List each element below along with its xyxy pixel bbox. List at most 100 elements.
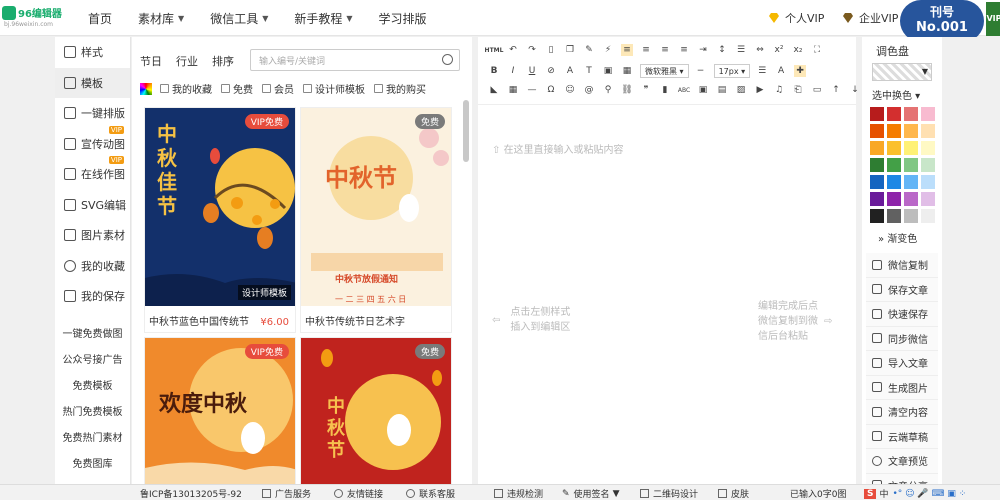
color-swatch[interactable] xyxy=(870,124,884,138)
nav-tutorials[interactable]: 新手教程 ▼ xyxy=(294,10,352,27)
horizontal-rule-icon[interactable]: — xyxy=(526,84,538,96)
move-up-icon[interactable]: ↑ xyxy=(830,84,842,96)
gradient-button[interactable]: » 渐变色 xyxy=(878,230,917,245)
checkbox[interactable] xyxy=(262,84,271,93)
nav-wechat-tools[interactable]: 微信工具 ▼ xyxy=(210,10,268,27)
color-swatch[interactable] xyxy=(887,124,901,138)
nav-home[interactable]: 首页 xyxy=(88,10,112,27)
link-icon[interactable]: ⚲ xyxy=(602,84,614,96)
friend-links-link[interactable]: 友情链接 xyxy=(334,487,383,500)
sidebar-item-promo-gif[interactable]: 宣传动图 VIP xyxy=(55,125,130,160)
sidebar-item-image-assets[interactable]: 图片素材 xyxy=(55,220,130,251)
fullscreen-icon[interactable]: ⛶ xyxy=(811,44,823,56)
preview-article-button[interactable]: 文章预览 xyxy=(866,449,938,474)
issue-number-badge[interactable]: 刊号 No.001 xyxy=(900,0,984,42)
logo[interactable]: 96编辑器 bj.96weixin.com xyxy=(2,4,72,32)
template-card[interactable]: 欢度中秋 VIP免费 xyxy=(144,337,296,485)
magic-wand-icon[interactable]: ⚡ xyxy=(602,44,614,56)
checkbox[interactable] xyxy=(160,84,169,93)
template-card[interactable]: 中秋节 免费 xyxy=(300,337,452,485)
clear-content-button[interactable]: 清空内容 xyxy=(866,400,938,425)
color-swatch[interactable] xyxy=(904,107,918,121)
color-filter-icon[interactable] xyxy=(140,82,152,95)
color-swatch[interactable] xyxy=(887,141,901,155)
checkbox-member[interactable]: 会员 xyxy=(262,81,294,96)
template-card[interactable]: 中秋佳节 VIP免费 设计师模板 中秋节蓝色中国传统节 ¥6.00 xyxy=(144,107,296,333)
pick-color-select[interactable]: 选中换色 ▾ xyxy=(872,87,920,102)
spellcheck-icon[interactable]: ABC xyxy=(678,84,690,96)
icp-link[interactable]: 鲁ICP备13013205号-92 xyxy=(140,487,242,500)
undo-icon[interactable]: ↶ xyxy=(507,44,519,56)
checkbox-my-favorites[interactable]: 我的收藏 xyxy=(160,81,212,96)
sidebar-link[interactable]: 免费图库 xyxy=(55,450,130,476)
sidebar-item-one-click-layout[interactable]: 一键排版 xyxy=(55,98,130,129)
clip-icon[interactable]: ⎗ xyxy=(792,84,804,96)
music-icon[interactable]: ♫ xyxy=(773,84,785,96)
qrcode-design-button[interactable]: 二维码设计 xyxy=(640,487,698,500)
align-left-icon[interactable]: ≡ xyxy=(621,44,633,56)
line-height-icon[interactable]: ↕ xyxy=(716,44,728,56)
color-swatch[interactable] xyxy=(904,141,918,155)
filter-sort[interactable]: 排序 xyxy=(212,53,234,69)
sync-wechat-button[interactable]: 同步微信 xyxy=(866,326,938,351)
pattern-icon[interactable]: ▦ xyxy=(621,65,633,77)
move-down-icon[interactable]: ↓ xyxy=(849,84,861,96)
unlink-icon[interactable]: ⛓ xyxy=(621,84,633,96)
color-swatch[interactable] xyxy=(870,175,884,189)
checkbox-designer[interactable]: 设计师模板 xyxy=(303,81,365,96)
sidebar-item-online-design[interactable]: 在线作图 VIP xyxy=(55,156,130,190)
checkbox-my-purchases[interactable]: 我的购买 xyxy=(374,81,426,96)
font-family-select[interactable]: 微软雅黑 ▾ xyxy=(640,64,689,78)
color-swatch[interactable] xyxy=(904,175,918,189)
html-source-icon[interactable]: HTML xyxy=(485,44,504,56)
signature-dropdown[interactable]: ✎ 使用签名 ▼ xyxy=(562,487,619,500)
color-swatch[interactable] xyxy=(870,192,884,206)
bold-icon[interactable]: B xyxy=(488,65,500,77)
image-gallery-icon[interactable]: ▤ xyxy=(716,84,728,96)
background-color-icon[interactable]: T xyxy=(583,65,595,77)
template-card[interactable]: 中秋节 中秋节放假通知 一 二 三 四 五 六 日 免费 中秋节传统节日艺术字 xyxy=(300,107,452,333)
contact-support-link[interactable]: 联系客服 xyxy=(406,487,455,500)
sidebar-link[interactable]: 免费热门素材 xyxy=(55,424,130,450)
ad-service-link[interactable]: 广告服务 xyxy=(262,487,311,500)
indent-icon[interactable]: ⇥ xyxy=(697,44,709,56)
table-icon[interactable]: ▦ xyxy=(507,84,519,96)
search-input[interactable]: 输入编号/关键词 xyxy=(250,49,460,71)
clear-format-icon[interactable]: ⊘ xyxy=(545,65,557,77)
color-swatch[interactable] xyxy=(921,107,935,121)
save-article-button[interactable]: 保存文章 xyxy=(866,277,938,302)
editor-content-area[interactable] xyxy=(478,105,856,484)
font-color-icon[interactable]: A xyxy=(564,65,576,77)
nav-materials[interactable]: 素材库 ▼ xyxy=(138,10,184,27)
quote-icon[interactable]: ❞ xyxy=(640,84,652,96)
list-icon[interactable]: ☰ xyxy=(756,65,768,77)
sidebar-link[interactable]: 免费模板 xyxy=(55,372,130,398)
color-swatch[interactable] xyxy=(887,107,901,121)
color-swatch[interactable] xyxy=(904,124,918,138)
sidebar-link[interactable]: 热门免费模板 xyxy=(55,398,130,424)
checkbox[interactable] xyxy=(374,84,383,93)
new-doc-icon[interactable]: ▯ xyxy=(545,44,557,56)
font-size-select[interactable]: 17px ▾ xyxy=(713,64,751,78)
chart-icon[interactable]: ▮ xyxy=(659,84,671,96)
italic-icon[interactable]: I xyxy=(507,65,519,77)
color-swatch[interactable] xyxy=(921,158,935,172)
letter-spacing-icon[interactable]: ⇔ xyxy=(754,44,766,56)
text-case-icon[interactable]: A xyxy=(775,65,787,77)
image-insert-icon[interactable]: ▣ xyxy=(697,84,709,96)
format-brush-icon[interactable]: ✎ xyxy=(583,44,595,56)
cloud-draft-button[interactable]: 云端草稿 xyxy=(866,424,938,449)
generate-image-button[interactable]: 生成图片 xyxy=(866,375,938,400)
sidebar-item-templates[interactable]: 模板 xyxy=(55,67,130,98)
filter-festival[interactable]: 节日 xyxy=(140,53,162,69)
checkbox[interactable] xyxy=(303,84,312,93)
color-swatch[interactable] xyxy=(887,158,901,172)
color-swatch[interactable] xyxy=(904,209,918,223)
skin-button[interactable]: 皮肤 xyxy=(718,487,749,500)
mark-icon[interactable]: ◣ xyxy=(488,84,500,96)
superscript-icon[interactable]: x² xyxy=(773,44,785,56)
color-swatch[interactable] xyxy=(921,124,935,138)
sidebar-item-my-saves[interactable]: 我的保存 xyxy=(55,281,130,312)
subscript-icon[interactable]: x₂ xyxy=(792,44,804,56)
align-right-icon[interactable]: ≡ xyxy=(659,44,671,56)
